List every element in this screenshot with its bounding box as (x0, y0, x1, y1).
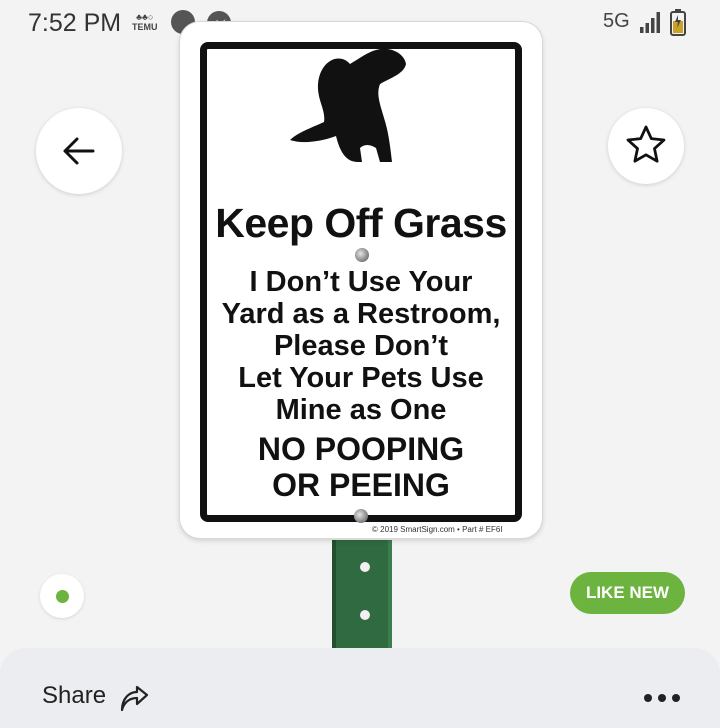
sign-message: I Don’t Use Your Yard as a Restroom, Ple… (221, 266, 501, 426)
image-pager[interactable] (40, 574, 84, 618)
sign-copyright: © 2019 SmartSign.com • Part # EF6I (372, 525, 503, 534)
sign-post (332, 540, 392, 660)
arrow-left-icon (63, 137, 95, 165)
post-hole (360, 610, 370, 620)
favorite-button[interactable] (608, 108, 684, 184)
share-arrow-icon[interactable] (118, 684, 150, 716)
condition-badge: LIKE NEW (570, 572, 685, 614)
more-dots-icon[interactable] (642, 692, 682, 704)
sign-title: Keep Off Grass (215, 200, 507, 246)
dog-icon (290, 48, 406, 162)
star-icon (626, 125, 666, 163)
share-button[interactable]: Share (42, 682, 106, 710)
back-button[interactable] (36, 108, 122, 194)
bottom-sheet: Share (0, 648, 720, 728)
screw (355, 248, 369, 262)
screw (354, 509, 368, 523)
pager-dot-active (56, 590, 69, 603)
sign-panel: Keep Off Grass I Don’t Use Your Yard as … (180, 22, 542, 538)
sign-warning: NO POOPING OR PEEING (257, 431, 465, 503)
product-image[interactable]: Keep Off Grass I Don’t Use Your Yard as … (0, 0, 720, 660)
post-hole (360, 562, 370, 572)
